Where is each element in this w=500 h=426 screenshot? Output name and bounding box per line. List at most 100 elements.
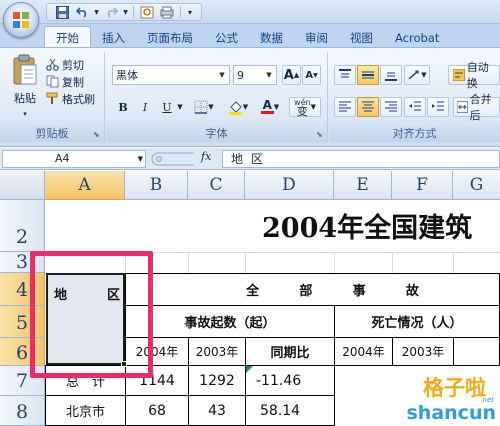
insert-function-button[interactable]: fx: [201, 150, 211, 163]
copy-label: 复制: [62, 75, 84, 89]
up-arrow-icon: ▲: [293, 71, 300, 79]
office-logo-icon: [13, 12, 29, 28]
undo-icon[interactable]: [73, 4, 91, 20]
ribbon: 粘贴 ▾ 剪切 复制 格式刷 剪贴板 ⬊ 黑体 ▼ 9 ▼ A ▲ A ▼ B …: [0, 47, 500, 147]
align-center-button[interactable]: [357, 97, 379, 117]
customize-icon[interactable]: ▾: [185, 4, 195, 20]
redo-dropdown-icon[interactable]: ▼: [122, 4, 129, 20]
qat-separator: [133, 6, 134, 18]
align-middle-button[interactable]: [357, 65, 379, 85]
tab-home[interactable]: 开始: [44, 26, 91, 48]
print-preview-icon[interactable]: [158, 4, 176, 20]
underline-dropdown-icon[interactable]: ▼: [176, 97, 184, 117]
row-header-2[interactable]: 2: [0, 200, 45, 252]
tab-view[interactable]: 视图: [339, 27, 384, 48]
down-arrow-icon: ▼: [313, 71, 318, 79]
table-cell[interactable]: -11.46: [245, 365, 335, 396]
increase-indent-button[interactable]: [427, 97, 449, 117]
gridline: [392, 252, 393, 273]
bold-button[interactable]: B: [114, 97, 132, 117]
yoy-header[interactable]: 同期比: [245, 337, 335, 366]
tab-review[interactable]: 审阅: [294, 27, 339, 48]
align-left-button[interactable]: [334, 97, 356, 117]
region-beijing[interactable]: 北京市: [45, 395, 126, 426]
clipboard-items: 剪切 复制 格式刷: [46, 56, 95, 107]
table-cell[interactable]: 58.14: [245, 395, 335, 426]
table-cell[interactable]: 43: [188, 395, 246, 426]
undo-dropdown-icon[interactable]: ▼: [93, 4, 100, 20]
shrink-font-button[interactable]: A ▼: [302, 65, 321, 85]
chevron-down-icon[interactable]: ▼: [215, 66, 229, 84]
alignment-group-label: 对齐方式: [329, 126, 500, 142]
name-box[interactable]: A4 ▼: [2, 150, 146, 168]
align-right-button[interactable]: [380, 97, 402, 117]
merge-center-label: 合并后: [469, 93, 492, 122]
decrease-indent-button[interactable]: [404, 97, 426, 117]
align-top-button[interactable]: [334, 65, 356, 85]
font-name-combo[interactable]: 黑体 ▼: [112, 65, 230, 85]
font-dialog-launcher-icon[interactable]: ⬊: [316, 130, 325, 139]
name-box-value: A4: [55, 152, 70, 165]
chevron-down-icon: ▼: [273, 103, 280, 111]
error-indicator-icon[interactable]: [246, 366, 253, 373]
table-cell[interactable]: [453, 337, 500, 366]
borders-button[interactable]: ▼: [192, 97, 216, 117]
align-bottom-button[interactable]: [380, 65, 402, 85]
formula-input[interactable]: 地区: [222, 150, 500, 168]
italic-button[interactable]: I: [136, 97, 154, 117]
font-color-button[interactable]: A ▼: [256, 97, 284, 117]
column-header-a[interactable]: A: [45, 171, 125, 200]
tab-formulas[interactable]: 公式: [204, 27, 249, 48]
table-cell[interactable]: 1292: [188, 365, 246, 396]
align-bottom-icon: [385, 72, 397, 81]
death-count-header[interactable]: 死亡情况（人）: [334, 305, 500, 338]
qat-separator: [180, 6, 181, 18]
death-2003-header[interactable]: 2003年: [392, 337, 454, 366]
column-header-d[interactable]: D: [245, 171, 334, 200]
all-accidents-header[interactable]: 全 部 事 故: [125, 273, 500, 306]
column-header-e[interactable]: E: [334, 171, 392, 200]
column-header-c[interactable]: C: [188, 171, 245, 200]
formula-splitter-icon[interactable]: [148, 151, 198, 167]
worksheet: A B C D E F G 2 3 4 5 6 7 8 2004年全国建筑 全 …: [0, 171, 500, 426]
select-all-button[interactable]: [0, 171, 45, 200]
sheet-title[interactable]: 2004年全国建筑: [262, 205, 472, 245]
fill-color-button[interactable]: ▼: [224, 97, 252, 117]
underline-button[interactable]: U: [158, 97, 176, 117]
tab-data[interactable]: 数据: [249, 27, 294, 48]
orientation-button[interactable]: ▼: [404, 65, 430, 85]
wrap-text-button[interactable]: 自动换: [448, 61, 500, 90]
chevron-down-icon[interactable]: ▼: [138, 151, 143, 167]
copy-button[interactable]: 复制: [46, 73, 95, 90]
clipboard-dialog-launcher-icon[interactable]: ⬊: [93, 130, 102, 139]
chevron-down-icon[interactable]: ▼: [262, 66, 276, 84]
save-icon[interactable]: [53, 4, 71, 20]
grow-font-button[interactable]: A ▲: [282, 65, 301, 85]
redo-icon[interactable]: [102, 4, 120, 20]
quick-access-toolbar: ▼ ▼ ▾: [46, 3, 202, 21]
font-color-swatch: [260, 111, 274, 114]
preview-icon[interactable]: [138, 4, 156, 20]
office-button[interactable]: [3, 2, 39, 38]
font-group-label: 字体: [106, 126, 327, 142]
tab-insert[interactable]: 插入: [91, 27, 136, 48]
tab-page-layout[interactable]: 页面布局: [136, 27, 204, 48]
column-header-g[interactable]: G: [453, 171, 500, 200]
column-header-b[interactable]: B: [125, 171, 188, 200]
paste-button[interactable]: 粘贴 ▾: [8, 54, 42, 119]
chevron-down-icon: ▼: [310, 103, 316, 111]
phonetic-guide-button[interactable]: wén 变 ▼: [289, 97, 321, 117]
row-header-8[interactable]: 8: [0, 396, 45, 426]
font-size-combo[interactable]: 9 ▼: [233, 65, 277, 85]
table-cell[interactable]: 68: [125, 395, 189, 426]
ribbon-tabs: 开始 插入 页面布局 公式 数据 审阅 视图 Acrobat: [44, 26, 450, 48]
cut-button[interactable]: 剪切: [46, 56, 95, 73]
format-painter-button[interactable]: 格式刷: [46, 90, 95, 107]
column-header-f[interactable]: F: [392, 171, 453, 200]
paste-dropdown-icon[interactable]: ▾: [23, 110, 27, 118]
merge-center-button[interactable]: 合并后: [453, 93, 500, 122]
accident-count-header[interactable]: 事故起数（起）: [125, 305, 335, 338]
year-2003-header[interactable]: 2003年: [188, 337, 246, 366]
tab-acrobat[interactable]: Acrobat: [384, 27, 450, 48]
death-2004-header[interactable]: 2004年: [334, 337, 393, 366]
